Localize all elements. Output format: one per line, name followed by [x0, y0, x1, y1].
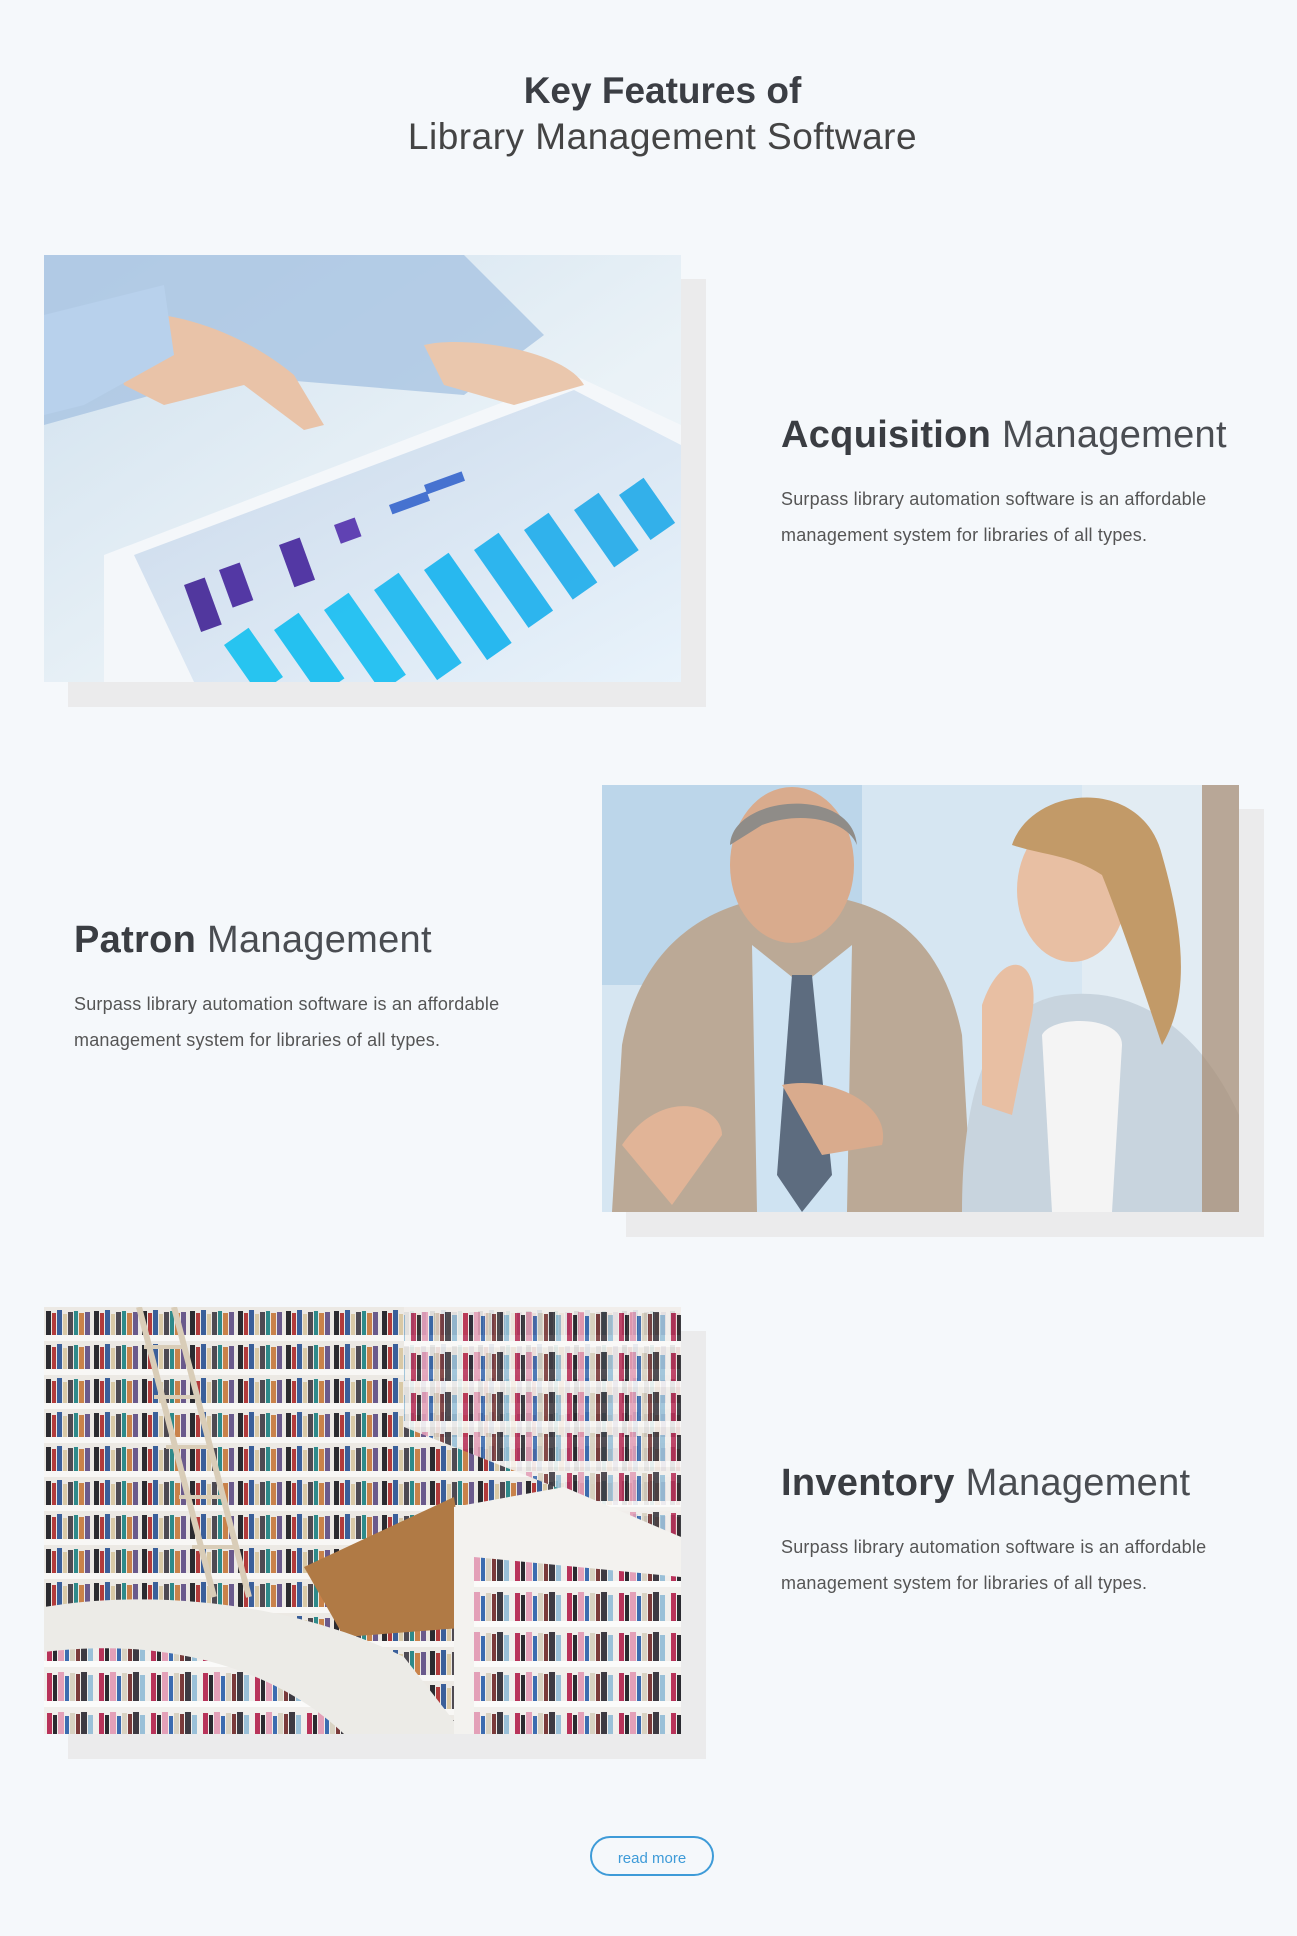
feature-description: Surpass library automation software is a… [781, 1537, 1207, 1593]
business-meeting-photo [602, 785, 1239, 1212]
feature-image-container [44, 1307, 706, 1759]
feature-text: Patron Management Surpass library automa… [74, 918, 544, 1058]
library-bookshelves-photo [44, 1307, 681, 1734]
feature-title-bold: Acquisition [781, 414, 992, 456]
feature-title-bold: Inventory [781, 1462, 955, 1504]
section-title-light: Library Management Software [407, 116, 918, 157]
feature-text: Inventory Management Surpass library aut… [781, 1461, 1251, 1601]
feature-title: Inventory Management [781, 1461, 1251, 1505]
section-title-bold: Key Features of [523, 70, 802, 111]
feature-acquisition: Acquisition Management Surpass library a… [0, 255, 1297, 707]
feature-title-light: Management [207, 919, 432, 961]
feature-title-light: Management [1002, 414, 1227, 456]
section-heading: Key Features of Library Management Softw… [0, 68, 1297, 160]
feature-text: Acquisition Management Surpass library a… [781, 413, 1251, 553]
feature-title: Acquisition Management [781, 413, 1251, 457]
tablet-bar-chart-photo [44, 255, 681, 682]
feature-image-container [44, 255, 706, 707]
read-more-button[interactable]: read more [590, 1836, 714, 1876]
feature-patron: Patron Management Surpass library automa… [0, 785, 1297, 1237]
feature-inventory: Inventory Management Surpass library aut… [0, 1307, 1297, 1759]
feature-title: Patron Management [74, 918, 544, 962]
feature-image-container [602, 785, 1264, 1237]
feature-description: Surpass library automation software is a… [781, 489, 1207, 545]
feature-description: Surpass library automation software is a… [74, 994, 500, 1050]
feature-title-bold: Patron [74, 919, 197, 961]
feature-title-light: Management [965, 1462, 1191, 1504]
